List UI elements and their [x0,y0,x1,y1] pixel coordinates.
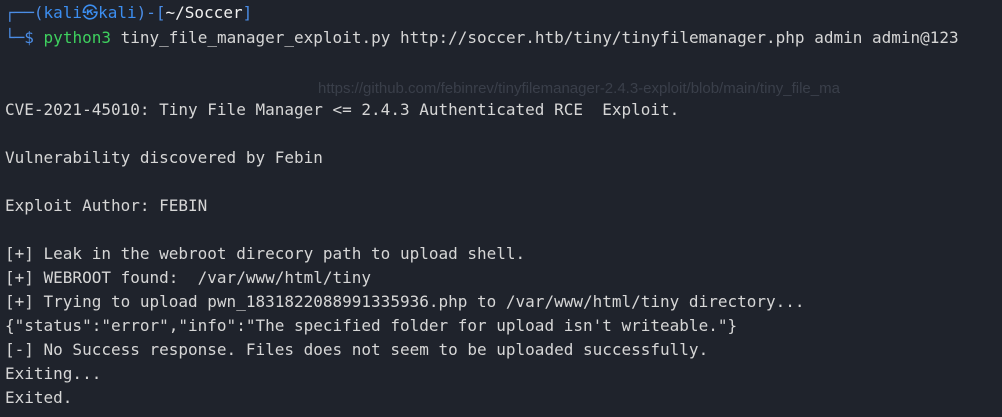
prompt-dir-close: ] [242,3,253,22]
command-program: python3 [43,28,111,47]
prompt-frame-bottom: └─ [5,28,25,47]
output-line: [+] Leak in the webroot direcory path to… [5,244,526,263]
output-line: [+] WEBROOT found: /var/www/html/tiny [5,268,372,287]
output-line: [+] Trying to upload pwn_183182208899133… [5,292,805,311]
prompt-dir-separator: )-[ [136,3,166,22]
prompt-user: kali [43,3,83,22]
terminal-window[interactable]: https://github.com/febinrev/tinyfilemana… [0,0,1002,417]
output-line: Exiting... [5,364,102,383]
prompt-frame-top: ┌──( [5,3,44,22]
output-line: Exploit Author: FEBIN [5,196,208,215]
prompt-header-line: ┌──(kali㉿kali)-[~/Soccer] [5,3,252,23]
output-line: {"status":"error","info":"The specified … [5,316,738,335]
prompt-dollar: $ [24,28,34,47]
prompt-command-line: └─$ python3 tiny_file_manager_exploit.py… [5,28,959,48]
command-arguments: tiny_file_manager_exploit.py http://socc… [120,28,959,47]
output-line: [-] No Success response. Files does not … [5,340,709,359]
background-overlay-url: https://github.com/febinrev/tinyfilemana… [318,80,840,97]
output-line: CVE-2021-45010: Tiny File Manager <= 2.4… [5,100,680,119]
output-line: Vulnerability discovered by Febin [5,148,323,167]
output-line: Exited. [5,388,73,407]
prompt-host: kali [98,3,137,22]
prompt-cwd: ~/Soccer [165,3,243,22]
prompt-at-symbol: ㉿ [82,3,99,22]
